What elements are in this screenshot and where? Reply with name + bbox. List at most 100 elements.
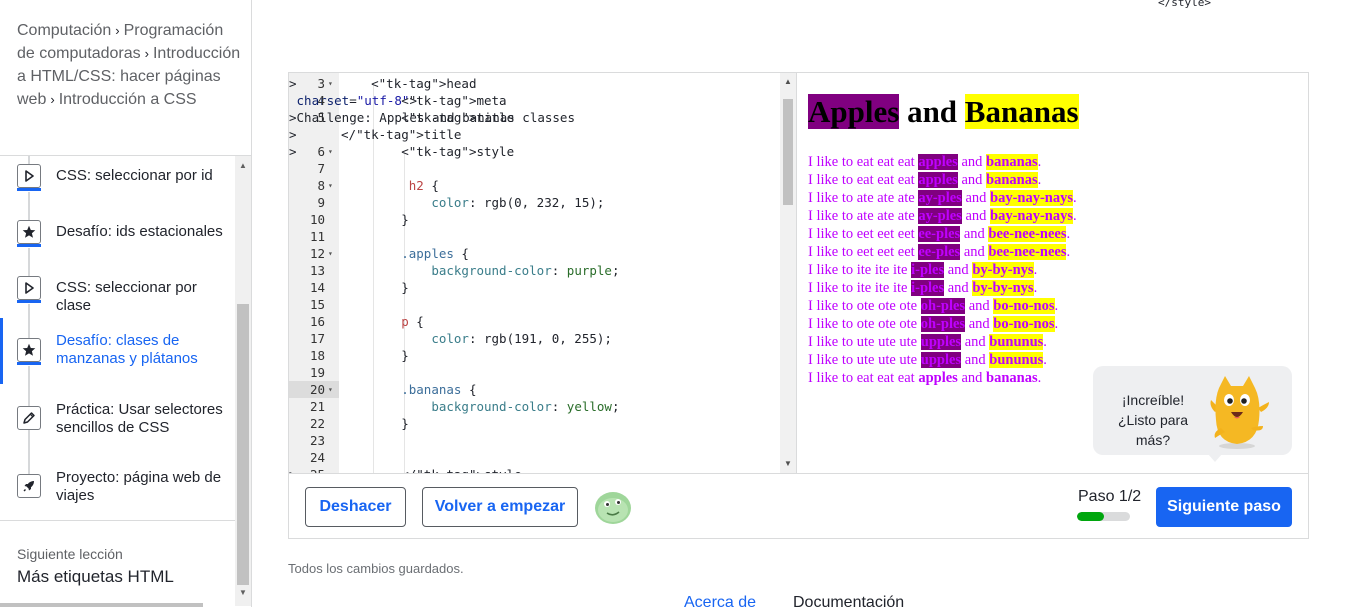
top-code-snippet: </style> — [1158, 0, 1211, 9]
chevron-right-icon: › — [115, 23, 120, 38]
fold-arrow-icon[interactable]: ▾ — [328, 75, 333, 92]
code-line[interactable]: 4 <"tk-tag">meta charset="utf-8"> — [289, 92, 781, 109]
code-text[interactable]: color: rgb(191, 0, 255); — [341, 330, 612, 347]
code-line[interactable]: 5 <"tk-tag">title >Challenge: Apples and … — [289, 109, 781, 126]
scroll-up-icon[interactable]: ▲ — [780, 75, 796, 89]
line-number: 10 — [309, 212, 325, 227]
code-line[interactable]: 14 } — [289, 279, 781, 296]
next-lesson-title[interactable]: Más etiquetas HTML — [17, 567, 174, 587]
lesson-item-proyecto-viajes[interactable]: Proyecto: página web de viajes — [0, 452, 235, 520]
code-line[interactable]: 21 background-color: yellow; — [289, 398, 781, 415]
code-text[interactable]: <"tk-tag">head — [341, 75, 476, 92]
scroll-down-icon[interactable]: ▼ — [235, 585, 251, 601]
preview-paragraph: I like to ute ute ute upples and bununus… — [808, 334, 1047, 350]
code-text[interactable]: </"tk-tag">style — [341, 466, 521, 473]
apples-word: ee-ples — [918, 226, 961, 242]
line-number: 22 — [309, 416, 325, 431]
fold-arrow-icon[interactable]: ▾ — [328, 466, 333, 473]
code-line[interactable]: 10 } — [289, 211, 781, 228]
scroll-up-icon[interactable]: ▲ — [235, 158, 251, 174]
breadcrumb-computacion[interactable]: Computación — [17, 22, 111, 39]
sidebar-scrollbar[interactable]: ▲ ▼ — [235, 156, 251, 606]
heading-apples: Apples — [808, 94, 900, 129]
lesson-item-desafio-ids-estacionales[interactable]: Desafío: ids estacionales — [0, 216, 235, 276]
hint-mascot-icon[interactable] — [593, 488, 633, 531]
fold-arrow-icon[interactable]: ▾ — [328, 245, 333, 262]
code-text[interactable]: } — [341, 211, 409, 228]
code-line[interactable]: 19 — [289, 364, 781, 381]
code-text[interactable]: <"tk-tag">meta — [341, 92, 506, 109]
code-text[interactable]: .bananas { — [341, 381, 476, 398]
code-text[interactable]: h2 { — [341, 177, 439, 194]
line-number: 3 — [317, 76, 325, 91]
code-line[interactable]: 12 ▾ .apples { — [289, 245, 781, 262]
restart-button[interactable]: Volver a empezar — [422, 487, 578, 527]
lesson-label: Desafío: ids estacionales — [56, 223, 223, 240]
code-line[interactable]: </"tk-tag">title > — [289, 126, 781, 143]
scroll-thumb[interactable] — [237, 304, 249, 585]
apples-word: apples — [918, 172, 958, 188]
code-line[interactable]: 11 — [289, 228, 781, 245]
lesson-item-css-seleccionar-por-id[interactable]: CSS: seleccionar por id — [0, 156, 235, 216]
code-text[interactable]: color: rgb(0, 232, 15); — [341, 194, 604, 211]
code-line[interactable]: 22 } — [289, 415, 781, 432]
code-line[interactable]: 8 ▾ h2 { — [289, 177, 781, 194]
code-line[interactable]: 20 ▾ .bananas { — [289, 381, 781, 398]
apples-word: upples — [920, 334, 962, 350]
apples-word: oh-ples — [920, 316, 966, 332]
code-text[interactable]: } — [341, 347, 409, 364]
code-text[interactable]: background-color: purple; — [341, 262, 619, 279]
code-text[interactable]: background-color: yellow; — [341, 398, 619, 415]
next-step-button[interactable]: Siguiente paso — [1156, 487, 1292, 527]
scroll-down-icon[interactable]: ▼ — [780, 457, 796, 471]
fold-arrow-icon[interactable]: ▾ — [328, 143, 333, 160]
code-text[interactable]: </"tk-tag">title — [341, 126, 461, 143]
code-line[interactable]: 9 color: rgb(0, 232, 15); — [289, 194, 781, 211]
code-text[interactable]: p { — [341, 313, 424, 330]
mascot-icon — [1203, 372, 1275, 457]
code-line[interactable]: 13 background-color: purple; — [289, 262, 781, 279]
fold-arrow-icon[interactable]: ▾ — [328, 177, 333, 194]
fold-arrow-icon[interactable]: ▾ — [328, 381, 333, 398]
preview-heading: Apples and Bananas — [808, 94, 1079, 130]
play-icon — [17, 276, 41, 303]
code-line[interactable]: 15 — [289, 296, 781, 313]
code-line[interactable]: 3 ▾ <"tk-tag">head > — [289, 75, 781, 92]
preview-paragraph: I like to eet eet eet ee-ples and bee-ne… — [808, 244, 1071, 260]
footer-link-docs[interactable]: Documentación — [793, 594, 904, 607]
step-progress-fill — [1077, 512, 1104, 521]
code-line[interactable]: 23 — [289, 432, 781, 449]
code-line[interactable]: 18 } — [289, 347, 781, 364]
code-text[interactable]: } — [341, 279, 409, 296]
code-editor[interactable]: 3 ▾ <"tk-tag">head >4 <"tk-tag">meta chars… — [289, 73, 797, 473]
lesson-track — [28, 192, 30, 216]
lesson-label: Práctica: Usar selectores sencillos de C… — [56, 401, 223, 436]
next-lesson-link[interactable]: Siguiente lección Más etiquetas HTML — [0, 520, 235, 607]
lesson-item-practica-selectores[interactable]: Práctica: Usar selectores sencillos de C… — [0, 384, 235, 452]
code-text[interactable]: <"tk-tag">title — [341, 109, 514, 126]
horizontal-scroll-thumb[interactable] — [0, 603, 203, 607]
code-text[interactable]: } — [341, 415, 409, 432]
code-challenge-editor: 3 ▾ <"tk-tag">head >4 <"tk-tag">meta chars… — [288, 72, 1309, 539]
code-text[interactable]: .apples { — [341, 245, 469, 262]
line-number: 5 — [317, 110, 325, 125]
bananas-word: bay-nay-nays — [990, 208, 1073, 224]
code-line[interactable]: 6 ▾ <"tk-tag">style > — [289, 143, 781, 160]
footer-link-about[interactable]: Acerca de — [684, 594, 756, 607]
code-scrollbar[interactable]: ▲ ▼ — [780, 73, 796, 473]
line-number: 16 — [309, 314, 325, 329]
preview-paragraph: I like to ite ite ite i-ples and by-by-n… — [808, 280, 1038, 296]
code-line[interactable]: 17 color: rgb(191, 0, 255); — [289, 330, 781, 347]
rocket-icon — [17, 474, 41, 498]
scroll-thumb[interactable] — [783, 99, 793, 205]
code-line[interactable]: 24 — [289, 449, 781, 466]
code-line[interactable]: 16 p { — [289, 313, 781, 330]
code-text[interactable]: <"tk-tag">style — [341, 143, 514, 160]
code-line[interactable]: 25▾ </"tk-tag">style> — [289, 466, 781, 473]
breadcrumb-intro-css[interactable]: Introducción a CSS — [59, 91, 197, 108]
undo-button[interactable]: Deshacer — [305, 487, 406, 527]
lesson-item-desafio-clases-manzanas-platanos[interactable]: Desafío: clases de manzanas y plátanos — [0, 318, 235, 384]
line-number: 14 — [309, 280, 325, 295]
apples-word: i-ples — [911, 280, 945, 296]
code-line[interactable]: 7 — [289, 160, 781, 177]
